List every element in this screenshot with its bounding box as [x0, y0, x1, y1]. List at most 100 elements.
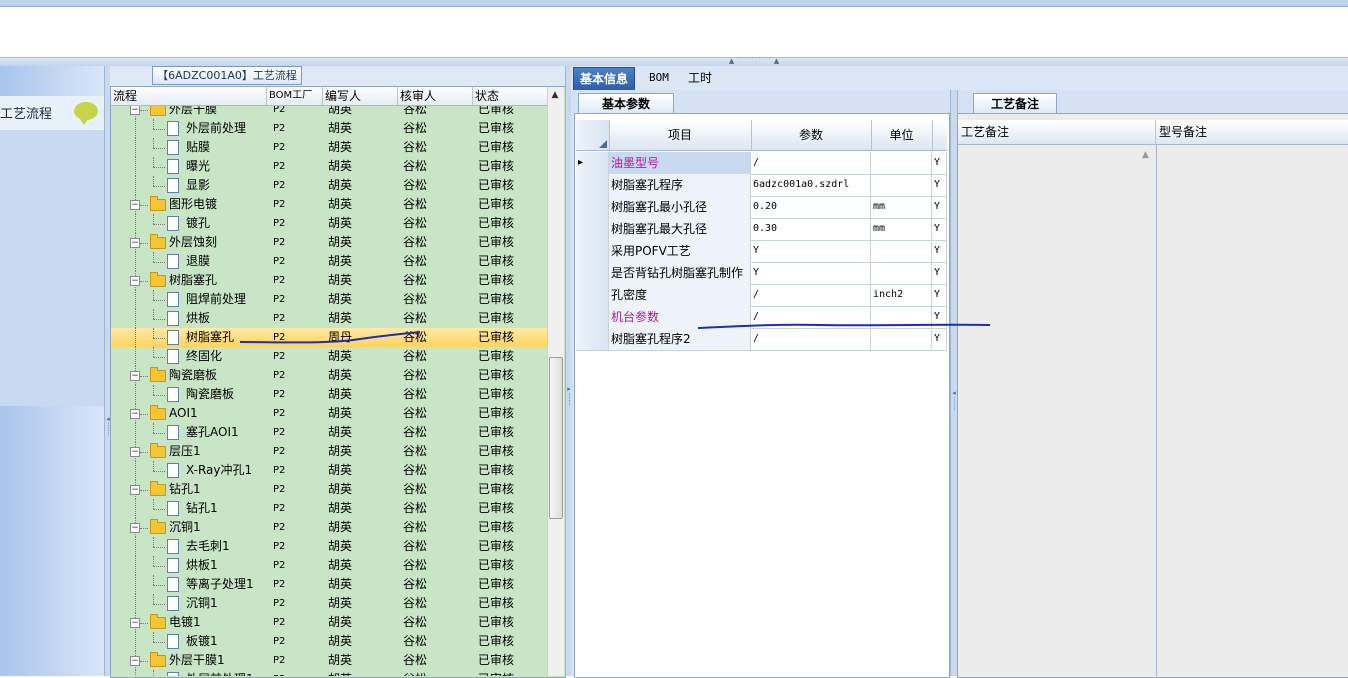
tree-group-row[interactable]: − 陶瓷磨板 P2 胡英 谷松 已审核	[111, 366, 547, 385]
splitter-grip-icon[interactable]: ▲ ˙˙˙˙˙˙˙˙˙˙ ▲	[722, 58, 786, 65]
param-value[interactable]: 0.20	[751, 196, 871, 218]
scroll-up-icon[interactable]: ▲	[548, 90, 562, 102]
row-header[interactable]	[576, 196, 609, 218]
param-value[interactable]: /	[751, 306, 871, 328]
tree-col-writer[interactable]: 编写人	[323, 87, 398, 105]
param-value[interactable]: 0.30	[751, 218, 871, 240]
tree-step-row[interactable]: 外层前处理 P2 胡英 谷松 已审核	[111, 119, 547, 138]
row-header[interactable]	[576, 174, 609, 196]
collapse-toggle-icon[interactable]: −	[130, 447, 140, 457]
notes-scroll-up-icon[interactable]: ▲	[1142, 150, 1149, 160]
param-row[interactable]: 采用POFV工艺 Y Y	[576, 240, 947, 263]
param-unit[interactable]	[871, 328, 932, 350]
tree-step-row[interactable]: 曝光 P2 胡英 谷松 已审核	[111, 157, 547, 176]
param-unit[interactable]: mm	[871, 218, 932, 240]
param-value[interactable]: /	[751, 152, 871, 174]
param-row[interactable]: 孔密度 / inch2 Y	[576, 284, 947, 307]
row-header[interactable]	[576, 284, 609, 306]
param-flag[interactable]: Y	[932, 218, 947, 240]
param-value[interactable]: 6adzc001a0.szdrl	[751, 174, 871, 196]
grid-col-item[interactable]: 项目	[609, 120, 752, 150]
tree-step-row[interactable]: 贴膜 P2 胡英 谷松 已审核	[111, 138, 547, 157]
tree-step-row[interactable]: 终固化 P2 胡英 谷松 已审核	[111, 347, 547, 366]
tree-step-row[interactable]: 去毛刺1 P2 胡英 谷松 已审核	[111, 537, 547, 556]
tab-basic-params[interactable]: 基本参数	[578, 93, 674, 114]
tree-col-bom[interactable]: BOM工厂	[267, 87, 323, 105]
row-header[interactable]	[576, 306, 609, 328]
collapse-toggle-icon[interactable]: −	[130, 276, 140, 286]
tab-basic-info[interactable]: 基本信息	[573, 67, 636, 91]
tab-hours[interactable]: 工时	[682, 67, 718, 89]
notes-col-process[interactable]: 工艺备注	[958, 120, 1156, 144]
param-row[interactable]: 树脂塞孔最大孔径 0.30 mm Y	[576, 218, 947, 241]
tree-group-row[interactable]: − 钻孔1 P2 胡英 谷松 已审核	[111, 480, 547, 499]
tree-step-row[interactable]: 陶瓷磨板 P2 胡英 谷松 已审核	[111, 385, 547, 404]
tree-step-row[interactable]: 塞孔AOI1 P2 胡英 谷松 已审核	[111, 423, 547, 442]
collapse-toggle-icon[interactable]: −	[130, 200, 140, 210]
param-unit[interactable]	[871, 262, 932, 284]
param-flag[interactable]: Y	[932, 152, 947, 174]
row-header[interactable]	[576, 218, 609, 240]
collapse-toggle-icon[interactable]: −	[130, 485, 140, 495]
tree-step-row[interactable]: 树脂塞孔 P2 周丹 谷松 已审核	[111, 328, 547, 347]
tree-step-row[interactable]: X-Ray冲孔1 P2 胡英 谷松 已审核	[111, 461, 547, 480]
collapse-toggle-icon[interactable]: −	[130, 238, 140, 248]
tree-group-row[interactable]: − 外层干膜1 P2 胡英 谷松 已审核	[111, 651, 547, 670]
param-row[interactable]: 树脂塞孔程序2/ Y	[576, 328, 947, 351]
param-value[interactable]: Y	[751, 262, 871, 284]
row-header[interactable]	[576, 328, 609, 350]
tree-step-row[interactable]: 镀孔 P2 胡英 谷松 已审核	[111, 214, 547, 233]
tree-group-row[interactable]: − 图形电镀 P2 胡英 谷松 已审核	[111, 195, 547, 214]
tree-step-row[interactable]: 阻焊前处理 P2 胡英 谷松 已审核	[111, 290, 547, 309]
tree-step-row[interactable]: 沉铜1 P2 胡英 谷松 已审核	[111, 594, 547, 613]
tree-group-row[interactable]: − 外层蚀刻 P2 胡英 谷松 已审核	[111, 233, 547, 252]
row-header[interactable]	[576, 262, 609, 284]
notes-col-model[interactable]: 型号备注	[1156, 120, 1348, 144]
current-row-indicator-icon[interactable]: ▸	[576, 152, 609, 174]
tree-col-flow[interactable]: 流程	[111, 87, 267, 105]
param-unit[interactable]: inch2	[871, 284, 932, 306]
tree-group-row[interactable]: − 层压1 P2 胡英 谷松 已审核	[111, 442, 547, 461]
tree-scroll-thumb[interactable]	[549, 357, 563, 519]
tree-col-reviewer[interactable]: 核审人	[398, 87, 473, 105]
param-flag[interactable]: Y	[932, 240, 947, 262]
tree-group-row[interactable]: − 外层干膜 P2 胡英 谷松 已审核	[111, 106, 547, 119]
tree-step-row[interactable]: 板镀1 P2 胡英 谷松 已审核	[111, 632, 547, 651]
grid-col-flag[interactable]	[932, 120, 947, 150]
collapse-toggle-icon[interactable]: −	[130, 106, 140, 115]
param-unit[interactable]	[871, 240, 932, 262]
collapse-toggle-icon[interactable]: −	[130, 409, 140, 419]
tab-bom[interactable]: BOM	[643, 67, 675, 89]
param-unit[interactable]	[871, 306, 932, 328]
param-flag[interactable]: Y	[932, 196, 947, 218]
collapse-toggle-icon[interactable]: −	[130, 656, 140, 666]
tree-step-row[interactable]: 等离子处理1 P2 胡英 谷松 已审核	[111, 575, 547, 594]
tree-col-status[interactable]: 状态	[473, 87, 547, 105]
param-row[interactable]: 机台参数 / Y	[576, 306, 947, 329]
param-unit[interactable]	[871, 174, 932, 196]
tree-step-row[interactable]: 外层前处理1 P2 胡英 谷松 已审核	[111, 670, 547, 676]
param-row[interactable]: ▸ 油墨型号 / Y	[576, 152, 947, 175]
param-flag[interactable]: Y	[932, 328, 947, 350]
grid-col-value[interactable]: 参数	[751, 120, 872, 150]
collapse-toggle-icon[interactable]: −	[130, 371, 140, 381]
param-flag[interactable]: Y	[932, 174, 947, 196]
tree-group-row[interactable]: − AOI1 P2 胡英 谷松 已审核	[111, 404, 547, 423]
param-unit[interactable]: mm	[871, 196, 932, 218]
tree-group-row[interactable]: − 沉铜1 P2 胡英 谷松 已审核	[111, 518, 547, 537]
param-row[interactable]: 是否背钻孔树脂塞孔制作 Y Y	[576, 262, 947, 285]
grid-col-unit[interactable]: 单位	[871, 120, 933, 150]
tree-step-row[interactable]: 烘板 P2 胡英 谷松 已审核	[111, 309, 547, 328]
tree-step-row[interactable]: 烘板1 P2 胡英 谷松 已审核	[111, 556, 547, 575]
row-header[interactable]	[576, 240, 609, 262]
param-value[interactable]: /	[751, 328, 871, 350]
tree-group-row[interactable]: − 树脂塞孔 P2 胡英 谷松 已审核	[111, 271, 547, 290]
chat-bubble-icon[interactable]	[74, 102, 98, 125]
param-row[interactable]: 树脂塞孔程序 6adzc001a0.szdrl Y	[576, 174, 947, 197]
tab-process-notes[interactable]: 工艺备注	[973, 93, 1057, 114]
tree-step-row[interactable]: 显影 P2 胡英 谷松 已审核	[111, 176, 547, 195]
param-value[interactable]: /	[751, 284, 871, 306]
param-unit[interactable]	[871, 152, 932, 174]
collapse-toggle-icon[interactable]: −	[130, 618, 140, 628]
grid-corner[interactable]	[576, 120, 610, 150]
